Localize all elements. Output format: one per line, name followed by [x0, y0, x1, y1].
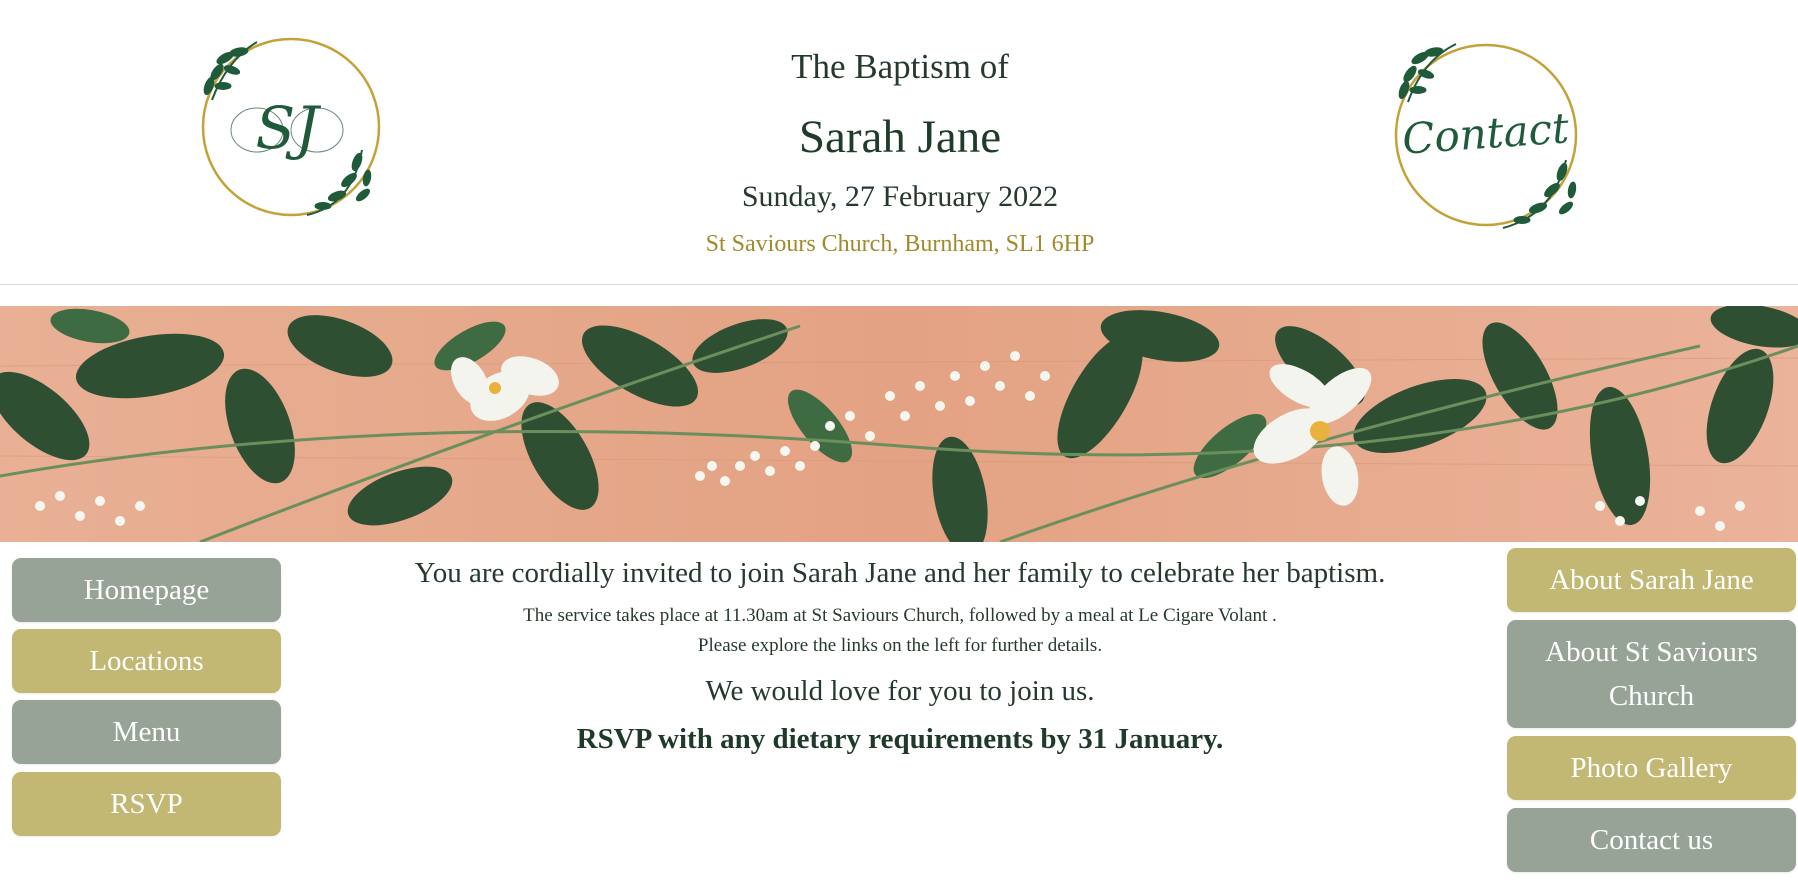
- nav-contact-us-button[interactable]: Contact us: [1507, 808, 1796, 872]
- contact-wreath-icon[interactable]: Contact: [1378, 30, 1588, 240]
- nav-rsvp-button[interactable]: RSVP: [12, 772, 281, 836]
- invitation-text: You are cordially invited to join Sarah …: [414, 557, 1386, 589]
- svg-text:SJ: SJ: [256, 94, 322, 162]
- rsvp-deadline-text: RSVP with any dietary requirements by 31…: [576, 723, 1224, 755]
- join-us-text: We would love for you to join us.: [705, 675, 1095, 707]
- service-details-line-2: Please explore the links on the left for…: [697, 635, 1103, 656]
- nav-locations-button[interactable]: Locations: [12, 629, 281, 693]
- nav-about-sarah-jane-button[interactable]: About Sarah Jane: [1507, 548, 1796, 612]
- monogram-wreath-icon[interactable]: SJ: [187, 30, 387, 225]
- event-date: Sunday, 27 February 2022: [741, 180, 1059, 213]
- floral-banner-image: [0, 306, 1798, 542]
- site-header: SJ The Baptism of Sarah Jane Sunday, 27 …: [0, 0, 1798, 285]
- nav-menu-button[interactable]: Menu: [12, 700, 281, 764]
- svg-text:Contact: Contact: [1401, 103, 1571, 164]
- header-divider: [0, 284, 1798, 285]
- event-title-block: The Baptism of Sarah Jane Sunday, 27 Feb…: [590, 45, 1210, 259]
- child-name: Sarah Jane: [798, 111, 1002, 163]
- title-line: The Baptism of: [791, 47, 1009, 86]
- nav-homepage-button[interactable]: Homepage: [12, 558, 281, 622]
- invitation-content: You are cordially invited to join Sarah …: [320, 555, 1480, 757]
- service-details-line-1: The service takes place at 11.30am at St…: [523, 605, 1277, 626]
- nav-photo-gallery-button[interactable]: Photo Gallery: [1507, 736, 1796, 800]
- nav-about-st-saviours-button[interactable]: About St Saviours Church: [1507, 620, 1796, 728]
- event-location: St Saviours Church, Burnham, SL1 6HP: [705, 231, 1095, 257]
